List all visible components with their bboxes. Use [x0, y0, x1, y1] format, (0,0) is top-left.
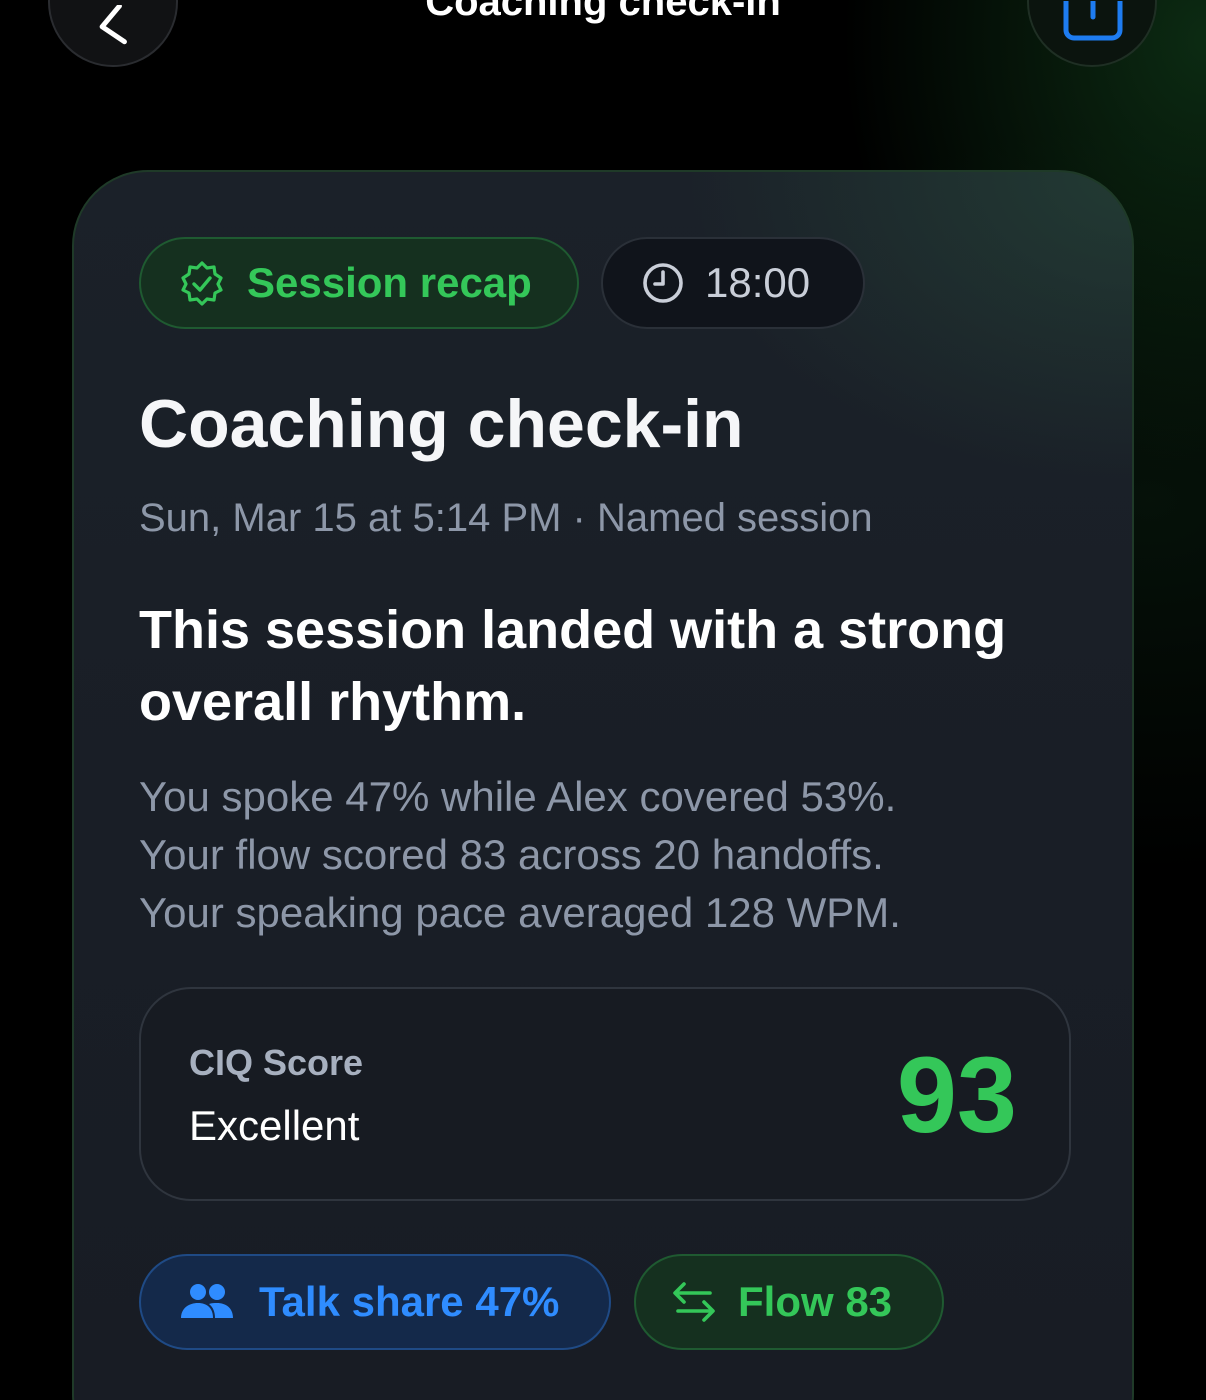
talk-share-label: Talk share 47%	[259, 1278, 560, 1325]
session-recap-card: Session recap 18:00 Coaching check-in Su…	[72, 170, 1134, 1400]
share-icon	[1063, 1, 1123, 41]
ciq-score-value: 93	[896, 1034, 1017, 1155]
summary-line: Your flow scored 83 across 20 handoffs.	[139, 831, 884, 878]
arrows-exchange-icon	[673, 1282, 715, 1322]
flow-label: Flow 83	[738, 1278, 893, 1325]
people-icon	[181, 1284, 233, 1318]
session-summary: You spoke 47% while Alex covered 53%. Yo…	[139, 768, 1079, 942]
share-button[interactable]	[1027, 0, 1157, 67]
session-meta: Sun, Mar 15 at 5:14 PM · Named session	[139, 496, 873, 540]
ciq-score-grade: Excellent	[189, 1102, 360, 1149]
duration-badge: 18:00	[601, 237, 865, 329]
nav-title: Coaching check-in	[425, 0, 781, 24]
clock-icon	[643, 263, 683, 303]
summary-line: Your speaking pace averaged 128 WPM.	[139, 889, 901, 936]
talk-share-chip[interactable]: Talk share 47%	[139, 1254, 611, 1350]
verified-badge-icon	[181, 261, 223, 306]
summary-line: You spoke 47% while Alex covered 53%.	[139, 773, 897, 820]
ciq-score-panel: CIQ Score Excellent 93	[139, 987, 1071, 1201]
session-title: Coaching check-in	[139, 386, 744, 462]
session-headline: This session landed with a strong overal…	[139, 600, 1007, 732]
session-recap-label: Session recap	[247, 259, 532, 306]
ciq-score-label: CIQ Score	[189, 1042, 364, 1083]
screen: Coaching check-in Session recap 18:00 Co…	[0, 0, 1206, 1400]
flow-chip[interactable]: Flow 83	[634, 1254, 944, 1350]
session-recap-badge: Session recap	[139, 237, 579, 329]
duration-label: 18:00	[705, 259, 811, 306]
